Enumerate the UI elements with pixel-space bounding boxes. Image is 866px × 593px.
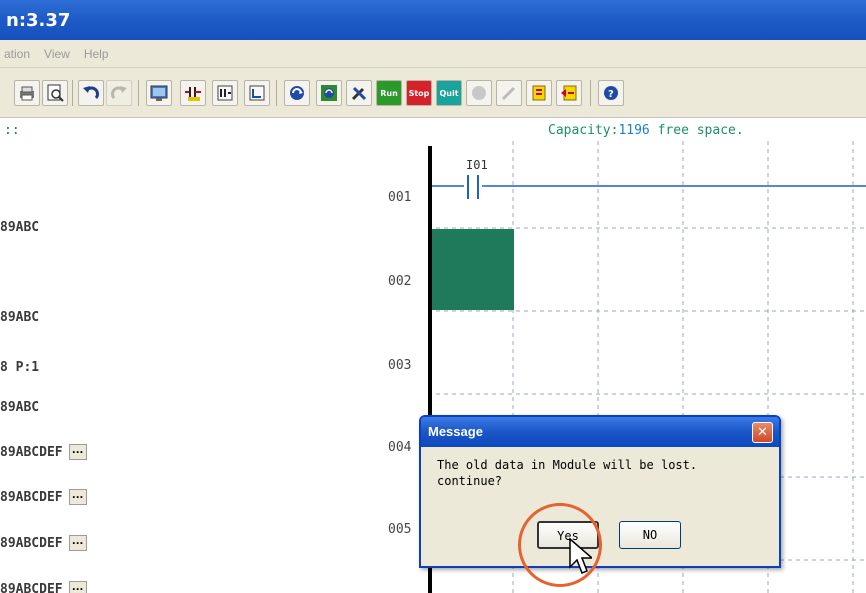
monitor-icon[interactable] [146, 80, 172, 106]
window-title: n:3.37 [6, 10, 71, 31]
list-item-text: 8 P:1 [0, 359, 40, 375]
menu-item-operation[interactable]: ation [4, 47, 30, 61]
list-item[interactable]: 89ABCDEF ... [0, 487, 87, 507]
capacity-value: 1196 [618, 123, 650, 138]
read-module-icon[interactable] [316, 80, 342, 106]
status-line: :: Capacity:1196 free space. [0, 119, 866, 141]
list-item[interactable]: 89ABCDEF ... [0, 579, 87, 593]
row-number: 004 [388, 440, 412, 455]
disabled-pen-icon[interactable] [496, 80, 522, 106]
list-item-text: 89ABCDEF [0, 535, 63, 551]
dialog-title-bar: Message [421, 417, 779, 447]
mouse-cursor-icon [569, 537, 592, 574]
browse-button[interactable]: ... [68, 444, 87, 460]
list-item-text: 89ABC [0, 219, 40, 235]
help-icon[interactable]: ? [598, 80, 624, 106]
contact-label: I01 [466, 158, 488, 172]
browse-button[interactable]: ... [68, 535, 87, 551]
undo-icon[interactable] [78, 80, 104, 106]
print-icon[interactable] [14, 80, 40, 106]
list-item-text: 89ABC [0, 399, 40, 415]
row-number: 005 [388, 522, 412, 537]
row-number: 003 [388, 358, 412, 373]
insert-contact-icon[interactable] [180, 80, 206, 106]
browse-button[interactable]: ... [68, 489, 87, 505]
svg-text:?: ? [608, 89, 614, 100]
no-button[interactable]: NO [619, 521, 681, 549]
list-item[interactable]: 8 P:1 [0, 357, 39, 377]
list-item-text: 89ABCDEF [0, 444, 63, 460]
close-icon[interactable]: ✕ [752, 422, 773, 443]
tools-icon[interactable] [346, 80, 372, 106]
dialog-title: Message [428, 424, 483, 439]
list-item-text: 89ABCDEF [0, 489, 63, 505]
function-list-panel: 89ABC 89ABC 8 P:1 89ABC 89ABCDEF ... 89A… [0, 141, 420, 593]
list-item-text: 89ABCDEF [0, 581, 63, 593]
row-number: 001 [388, 190, 412, 205]
redo-icon[interactable] [106, 80, 132, 106]
capacity-prefix: Capacity: [548, 123, 619, 138]
dialog-message: The old data in Module will be lost. con… [437, 457, 777, 489]
quit-button[interactable]: Quit [436, 80, 462, 106]
dialog-message-line1: The old data in Module will be lost. [437, 458, 698, 472]
capacity-status: Capacity:1196 free space. [548, 123, 744, 138]
quit-label: Quit [439, 88, 459, 98]
menu-item-view[interactable]: View [44, 47, 70, 61]
list-item[interactable]: 89ABC [0, 217, 39, 237]
stop-button[interactable]: Stop [406, 80, 432, 106]
status-left-fragment: :: [4, 123, 20, 138]
run-button[interactable]: Run [376, 80, 402, 106]
upload-icon[interactable] [526, 80, 552, 106]
list-item[interactable]: 89ABC [0, 397, 39, 417]
list-item[interactable]: 89ABCDEF ... [0, 533, 87, 553]
menu-bar: ation View Help [0, 40, 866, 68]
dialog-message-line2: continue? [437, 474, 503, 488]
print-preview-icon[interactable] [42, 80, 68, 106]
connect-icon[interactable] [284, 80, 310, 106]
title-bar: n:3.37 [0, 0, 866, 40]
row-number: 002 [388, 274, 412, 289]
list-item-text: 89ABC [0, 309, 40, 325]
run-label: Run [380, 88, 398, 98]
stop-label: Stop [408, 88, 430, 98]
capacity-suffix: free space. [649, 123, 744, 138]
list-item[interactable]: 89ABC [0, 307, 39, 327]
menu-item-help[interactable]: Help [84, 47, 109, 61]
selected-cell[interactable] [432, 229, 514, 310]
browse-button[interactable]: ... [68, 581, 87, 593]
insert-coil-icon[interactable] [212, 80, 238, 106]
toolbar: Run Stop Quit ? [0, 68, 866, 118]
download-icon[interactable] [556, 80, 582, 106]
list-item[interactable]: 89ABCDEF ... [0, 442, 87, 462]
disabled-circle-icon[interactable] [466, 80, 492, 106]
insert-line-icon[interactable] [244, 80, 270, 106]
